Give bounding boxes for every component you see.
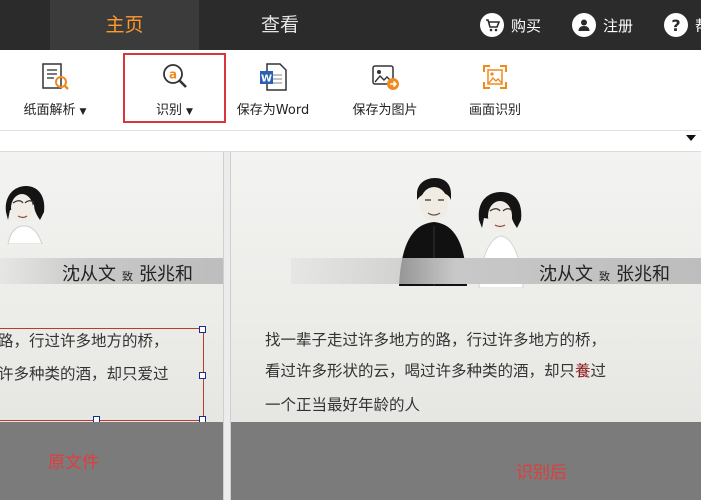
document-workspace: 沈从文致张兆和 路，行过许多地方的桥， 许多种类的酒，却只爱过 原文件 沈从文 … — [0, 152, 701, 500]
word-icon: W — [257, 61, 289, 93]
recognized-footer — [231, 422, 701, 500]
document-analysis-button[interactable]: 纸面解析 ▼ — [10, 50, 100, 130]
help-label: 帮 — [695, 15, 701, 36]
dropdown-caret-icon: ▼ — [79, 107, 87, 117]
recognized-text-line-2: 看过许多形状的云，喝过许多种类的酒，却只養过 — [265, 356, 606, 387]
buy-button[interactable]: 购买 — [480, 12, 541, 38]
original-page-image: 沈从文致张兆和 路，行过许多地方的桥， 许多种类的酒，却只爱过 — [0, 152, 223, 423]
original-file-caption: 原文件 — [48, 453, 99, 473]
collapse-caret-icon[interactable] — [686, 135, 696, 141]
help-icon: ? — [664, 13, 688, 37]
save-as-image-label: 保存为图片 — [352, 103, 418, 118]
recognition-error-char: 養 — [575, 362, 591, 380]
recognize-highlight-frame — [123, 53, 226, 123]
options-strip — [0, 131, 701, 152]
save-as-image-button[interactable]: 保存为图片 — [340, 50, 430, 130]
save-image-icon — [369, 61, 401, 93]
top-nav-bar: 主页 查看 购买 注册 ? 帮 — [0, 0, 701, 50]
original-footer — [0, 422, 223, 500]
svg-text:W: W — [261, 74, 272, 85]
document-analysis-label: 纸面解析 — [23, 103, 76, 118]
recognized-caption: 识别后 — [516, 463, 567, 483]
names-line: 沈从文致张兆和 — [539, 260, 670, 286]
buy-label: 购买 — [511, 16, 542, 35]
resize-handle[interactable] — [199, 326, 206, 333]
user-icon — [572, 13, 596, 37]
original-document-pane: 沈从文致张兆和 路，行过许多地方的桥， 许多种类的酒，却只爱过 原文件 — [0, 152, 224, 500]
screen-capture-icon — [479, 61, 511, 93]
save-as-word-button[interactable]: W 保存为Word — [228, 50, 318, 130]
save-as-word-label: 保存为Word — [236, 103, 310, 118]
resize-handle[interactable] — [199, 372, 206, 379]
screen-capture-label: 画面识别 — [468, 103, 521, 118]
recognized-text-segment: 看过许多形状的云，喝过许多种类的酒，却只 — [265, 362, 576, 380]
name-connector: 致 — [122, 270, 133, 283]
cart-icon — [480, 13, 504, 37]
recognized-document-pane: 沈从文致张兆和 找一辈子走过许多地方的路，行过许多地方的桥， 看过许多形状的云，… — [230, 152, 701, 500]
help-button[interactable]: ? 帮 — [664, 12, 701, 38]
tab-home[interactable]: 主页 — [50, 0, 199, 50]
name-zhang: 张兆和 — [616, 264, 670, 285]
recognized-text-line-1: 找一辈子走过许多地方的路，行过许多地方的桥， — [265, 331, 607, 349]
selection-box[interactable] — [0, 326, 206, 423]
name-shen: 沈从文 — [62, 264, 116, 285]
screen-capture-button[interactable]: 画面识别 — [450, 50, 540, 130]
tab-view[interactable]: 查看 — [200, 0, 360, 50]
recognized-text-segment: 过 — [590, 362, 607, 380]
recognized-page-image: 沈从文致张兆和 找一辈子走过许多地方的路，行过许多地方的桥， 看过许多形状的云，… — [231, 152, 701, 422]
document-analysis-icon — [39, 61, 71, 93]
portrait-woman-image — [5, 186, 45, 244]
name-connector: 致 — [599, 270, 610, 283]
register-label: 注册 — [603, 16, 634, 35]
name-zhang: 张兆和 — [139, 264, 193, 285]
names-line: 沈从文致张兆和 — [62, 260, 193, 286]
recognized-text-line-3: 一个正当最好年龄的人 — [265, 396, 421, 414]
name-shen: 沈从文 — [539, 264, 593, 285]
ribbon-toolbar: 纸面解析 ▼ a 识别 ▼ W 保存为Word 保存为图片 画面识别 — [0, 50, 701, 131]
register-button[interactable]: 注册 — [572, 12, 633, 38]
